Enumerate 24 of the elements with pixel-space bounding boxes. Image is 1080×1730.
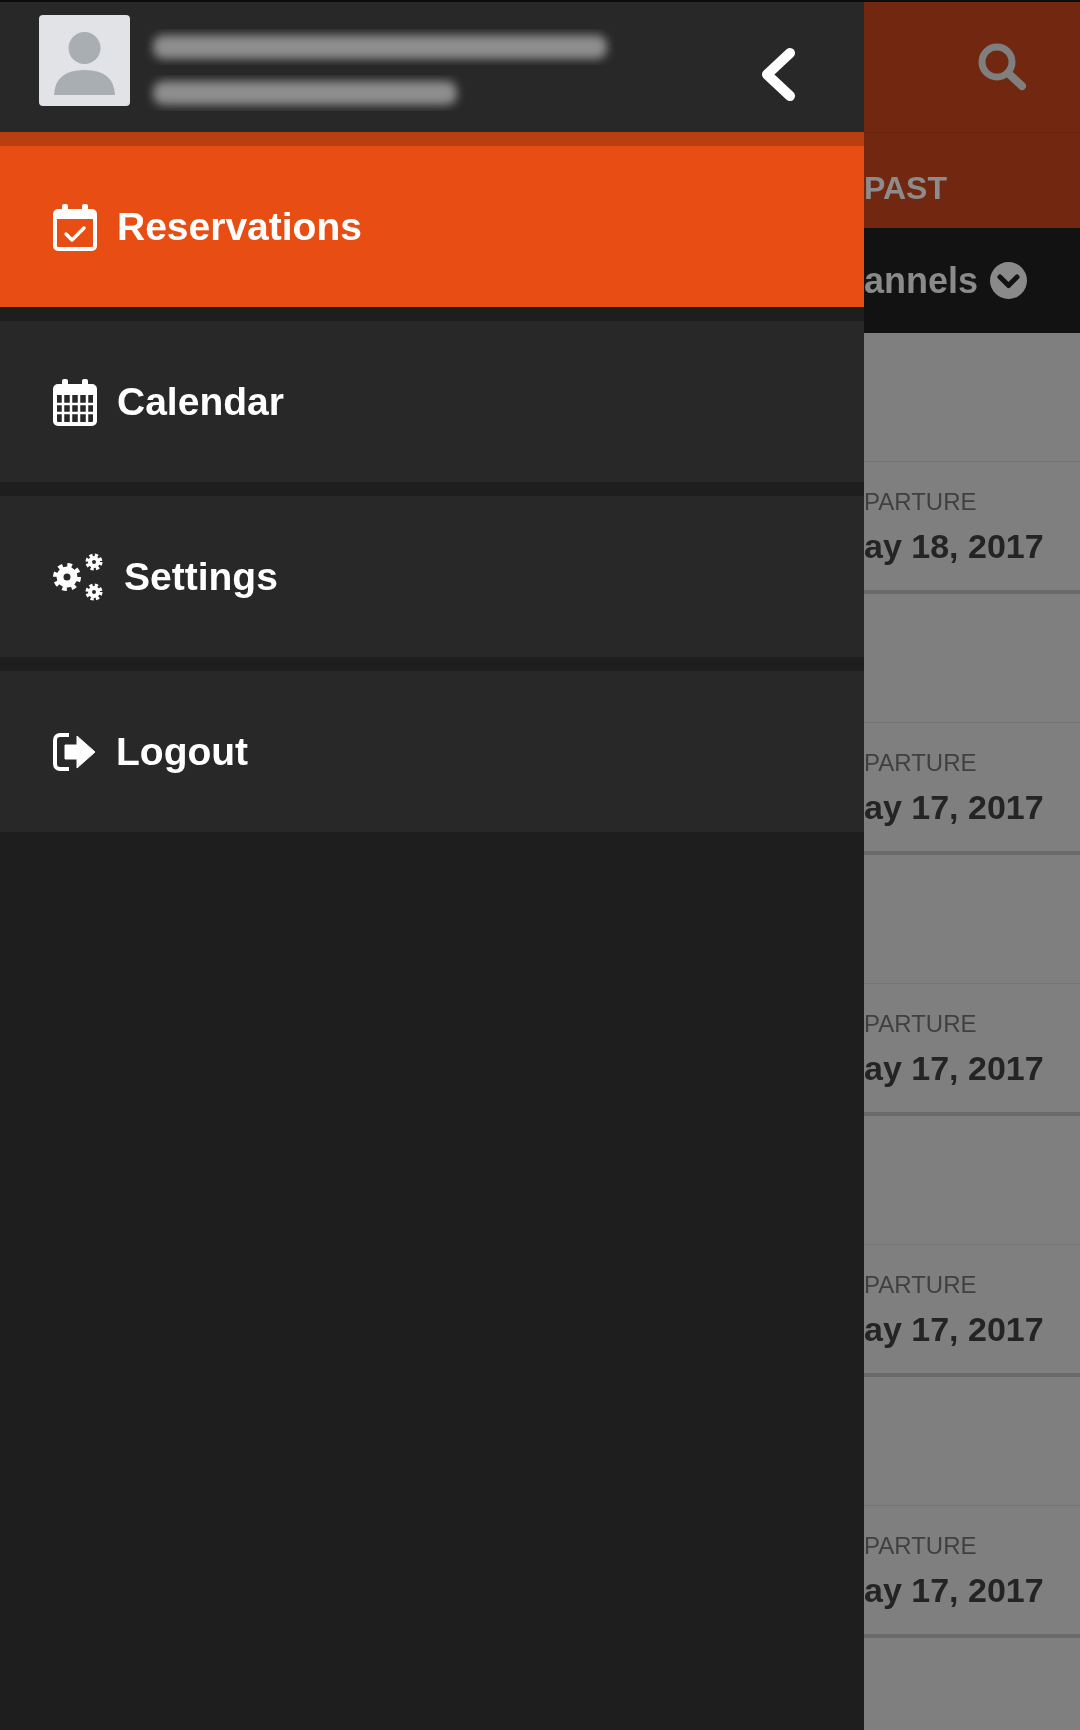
menu-item[interactable]: Calendar: [0, 321, 864, 482]
departure-date: ay 17, 2017: [864, 787, 1044, 827]
menu-item[interactable]: Logout: [0, 671, 864, 832]
calendar-icon: [53, 377, 97, 426]
gears-icon: [53, 552, 104, 601]
departure-date: ay 17, 2017: [864, 1570, 1044, 1610]
calendar-check-icon: [53, 202, 97, 251]
logout-icon: [53, 731, 96, 772]
chevron-left-icon[interactable]: [759, 47, 797, 102]
menu-item[interactable]: Reservations: [0, 146, 864, 307]
avatar-icon: [39, 15, 130, 106]
departure-label: PARTURE: [864, 749, 977, 777]
departure-label: PARTURE: [864, 1271, 977, 1299]
departure-label: PARTURE: [864, 1532, 977, 1560]
tab[interactable]: PAST: [864, 169, 947, 207]
chevron-down-circle-icon: [990, 262, 1028, 299]
departure-date: ay 18, 2017: [864, 526, 1044, 566]
search-icon[interactable]: [977, 42, 1028, 92]
filter-dropdown[interactable]: annels: [864, 259, 1028, 302]
departure-date: ay 17, 2017: [864, 1309, 1044, 1349]
menu-item[interactable]: Settings: [0, 496, 864, 657]
departure-date: ay 17, 2017: [864, 1048, 1044, 1088]
departure-label: PARTURE: [864, 488, 977, 516]
departure-label: PARTURE: [864, 1010, 977, 1038]
